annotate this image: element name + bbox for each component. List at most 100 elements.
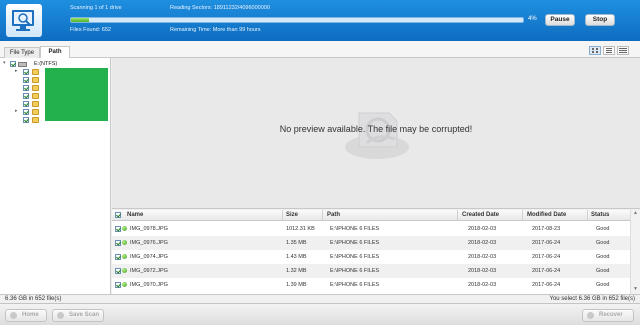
column-header-name[interactable]: Name xyxy=(127,212,143,218)
scanning-drive-text: Scanning 1 of 1 drive xyxy=(70,5,122,11)
column-divider[interactable] xyxy=(522,210,523,221)
column-header-modified[interactable]: Modified Date xyxy=(527,212,566,218)
home-button-label: Home xyxy=(22,312,39,318)
column-header-path[interactable]: Path xyxy=(327,212,340,218)
collapse-icon[interactable]: ▾ xyxy=(3,60,6,66)
cell-size: 1.43 MB xyxy=(286,254,307,260)
cell-name: IMG_0974.JPG xyxy=(130,254,168,260)
checkbox[interactable] xyxy=(23,93,29,99)
tree-item-drive[interactable]: ▾ E:(NTFS) xyxy=(0,60,111,68)
table-row[interactable]: IMG_0978.JPG 1012.31 KB E:\IPHONE 6 FILE… xyxy=(112,222,630,236)
folder-tree: ▾ E:(NTFS) ▸ ▸ xyxy=(0,58,111,294)
home-button[interactable]: Home xyxy=(5,309,47,322)
cell-name: IMG_0970.JPG xyxy=(130,282,168,288)
checkbox[interactable] xyxy=(23,69,29,75)
no-preview-message: No preview available. The file may be co… xyxy=(279,124,473,134)
cell-created: 2018-02-03 xyxy=(468,268,497,274)
row-checkbox[interactable] xyxy=(115,240,121,246)
column-divider[interactable] xyxy=(457,210,458,221)
drive-icon xyxy=(18,62,27,67)
table-header: Name Size Path Created Date Modified Dat… xyxy=(112,210,630,221)
checkbox[interactable] xyxy=(23,85,29,91)
cell-created: 2018-02-03 xyxy=(468,240,497,246)
expand-icon[interactable]: ▸ xyxy=(15,68,18,74)
cell-status: Good xyxy=(596,254,610,260)
cell-modified: 2017-06-24 xyxy=(532,268,561,274)
cell-path: E:\IPHONE 6 FILES xyxy=(330,268,380,274)
scroll-down-icon[interactable]: ▼ xyxy=(633,286,638,292)
row-checkbox[interactable] xyxy=(115,268,121,274)
folder-icon xyxy=(32,93,39,99)
status-dot-icon xyxy=(122,282,127,287)
expand-icon[interactable]: ▸ xyxy=(15,108,18,114)
folder-icon xyxy=(32,69,39,75)
checkbox[interactable] xyxy=(23,77,29,83)
cell-path: E:\IPHONE 6 FILES xyxy=(330,254,380,260)
file-preview-pane: No preview available. The file may be co… xyxy=(112,58,640,209)
cell-status: Good xyxy=(596,240,610,246)
cell-status: Good xyxy=(596,268,610,274)
recover-button[interactable]: Recover xyxy=(582,309,634,322)
home-icon xyxy=(10,312,17,319)
folder-icon xyxy=(32,85,39,91)
total-files-status: 6.36 GB in 652 file(s) xyxy=(5,296,62,302)
save-scan-button-label: Save Scan xyxy=(69,312,100,318)
folder-icon xyxy=(32,101,39,107)
reading-sectors-text: Reading Sectors: 18911232/4096000000 xyxy=(170,5,270,11)
cell-modified: 2017-06-24 xyxy=(532,240,561,246)
cell-size: 1.35 MB xyxy=(286,240,307,246)
table-row[interactable]: IMG_0970.JPG 1.39 MB E:\IPHONE 6 FILES 2… xyxy=(112,278,630,292)
cell-path: E:\IPHONE 6 FILES xyxy=(330,226,380,232)
cell-size: 1012.31 KB xyxy=(286,226,315,232)
checkbox[interactable] xyxy=(23,109,29,115)
pause-button[interactable]: Pause xyxy=(545,14,575,26)
select-all-checkbox[interactable] xyxy=(115,212,121,218)
status-dot-icon xyxy=(122,226,127,231)
status-dot-icon xyxy=(122,254,127,259)
remaining-time-text: Remaining Time: More than 99 hours xyxy=(170,27,261,33)
table-scrollbar[interactable]: ▲ ▼ xyxy=(630,210,640,294)
file-list-table: Name Size Path Created Date Modified Dat… xyxy=(112,210,640,294)
row-checkbox[interactable] xyxy=(115,226,121,232)
scan-progress-fill xyxy=(71,18,90,22)
row-checkbox[interactable] xyxy=(115,254,121,260)
column-header-status[interactable]: Status xyxy=(591,212,609,218)
thumbnail-view-button[interactable] xyxy=(589,46,601,55)
table-row[interactable]: IMG_0972.JPG 1.32 MB E:\IPHONE 6 FILES 2… xyxy=(112,264,630,278)
app-logo xyxy=(6,4,42,37)
stop-button[interactable]: Stop xyxy=(585,14,615,26)
row-checkbox[interactable] xyxy=(115,282,121,288)
tab-path[interactable]: Path xyxy=(40,46,70,58)
column-divider[interactable] xyxy=(322,210,323,221)
cell-status: Good xyxy=(596,226,610,232)
detail-view-button[interactable] xyxy=(617,46,629,55)
column-divider[interactable] xyxy=(587,210,588,221)
save-scan-button[interactable]: Save Scan xyxy=(52,309,104,322)
tab-file-type[interactable]: File Type xyxy=(4,47,40,58)
scan-header: Scanning 1 of 1 drive Reading Sectors: 1… xyxy=(0,0,640,41)
cell-name: IMG_0978.JPG xyxy=(130,226,168,232)
list-view-button[interactable] xyxy=(603,46,615,55)
cell-status: Good xyxy=(596,282,610,288)
status-dot-icon xyxy=(122,240,127,245)
checkbox[interactable] xyxy=(23,117,29,123)
table-row[interactable]: IMG_0976.JPG 1.35 MB E:\IPHONE 6 FILES 2… xyxy=(112,236,630,250)
folder-icon xyxy=(32,109,39,115)
view-tabs-row: File Type Path xyxy=(0,41,640,58)
scan-progress-percent: 4% xyxy=(528,16,537,22)
cell-size: 1.39 MB xyxy=(286,282,307,288)
recover-icon xyxy=(587,312,594,319)
cell-modified: 2017-06-24 xyxy=(532,282,561,288)
checkbox[interactable] xyxy=(10,61,16,67)
folder-icon xyxy=(32,117,39,123)
checkbox[interactable] xyxy=(23,101,29,107)
column-header-created[interactable]: Created Date xyxy=(462,212,499,218)
scroll-up-icon[interactable]: ▲ xyxy=(633,210,638,216)
column-header-size[interactable]: Size xyxy=(286,212,298,218)
table-row[interactable]: IMG_0974.JPG 1.43 MB E:\IPHONE 6 FILES 2… xyxy=(112,250,630,264)
bottom-action-bar: Home Save Scan Recover xyxy=(0,303,640,325)
recover-button-label: Recover xyxy=(599,312,623,318)
cell-path: E:\IPHONE 6 FILES xyxy=(330,240,380,246)
cell-name: IMG_0972.JPG xyxy=(130,268,168,274)
column-divider[interactable] xyxy=(282,210,283,221)
